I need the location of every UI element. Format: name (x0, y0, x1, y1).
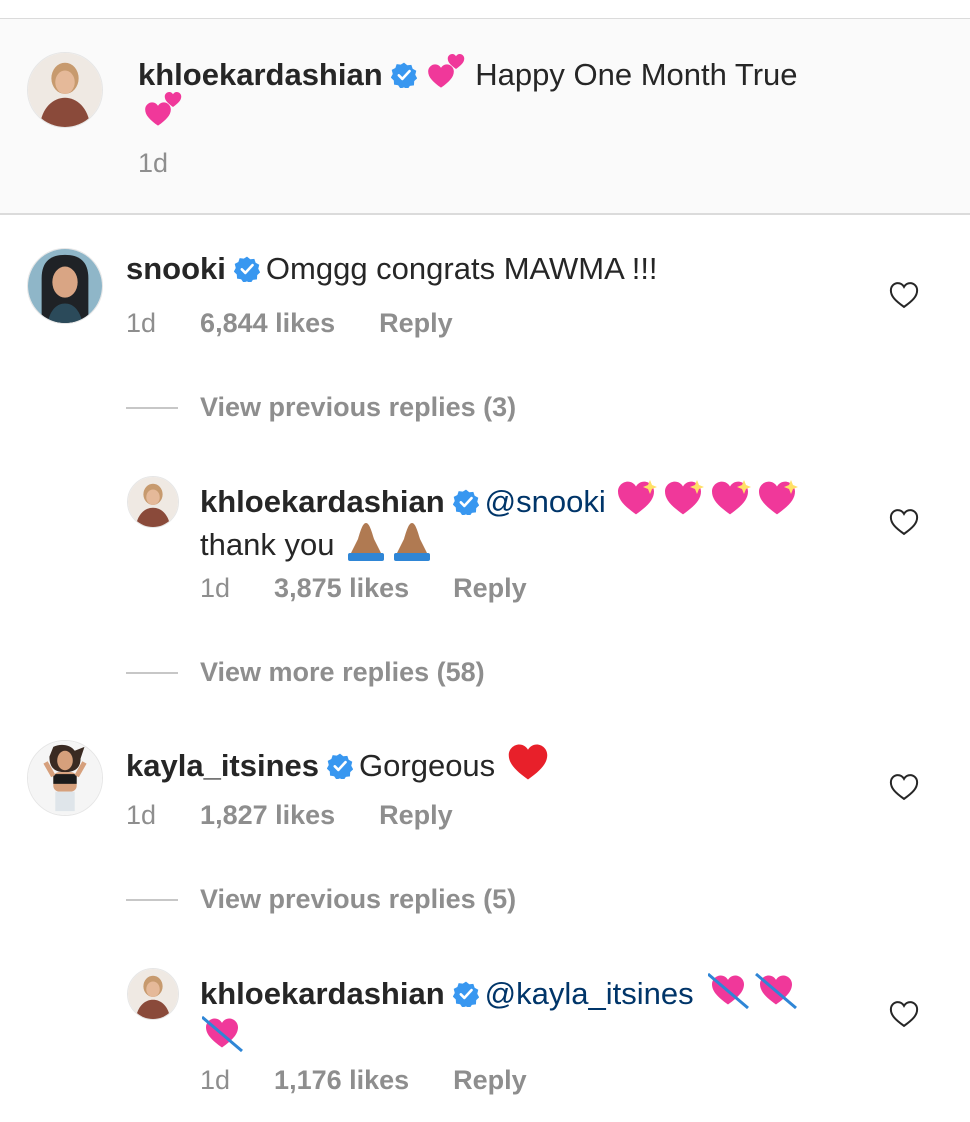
thread-line (126, 671, 178, 674)
view-more-replies-label[interactable]: View more replies (58) (200, 657, 485, 688)
reply-text: khloekardashian @snooki thank you (200, 478, 860, 564)
reply-button[interactable]: Reply (453, 1065, 527, 1095)
comment-timestamp: 1d (126, 308, 157, 338)
like-heart-icon[interactable] (889, 773, 919, 801)
reply-username[interactable]: khloekardashian (200, 484, 445, 519)
comment-meta: 1d 6,844 likes Reply (126, 307, 497, 339)
like-heart-icon[interactable] (889, 281, 919, 309)
mention-link[interactable]: @kayla_itsines (485, 976, 694, 1011)
comment-text: kayla_itsines Gorgeous (126, 742, 846, 785)
reply-username[interactable]: khloekardashian (200, 976, 445, 1011)
reply-button[interactable]: Reply (379, 800, 453, 830)
reply-likes[interactable]: 1,176 likes (274, 1065, 409, 1095)
comment-timestamp: 1d (126, 800, 157, 830)
comment-likes[interactable]: 6,844 likes (200, 308, 335, 338)
caption-text: khloekardashian Happy One Month True (138, 53, 898, 94)
view-previous-replies[interactable]: View previous replies (5) (126, 884, 516, 915)
caption-body: Happy One Month True (475, 57, 798, 92)
avatar[interactable] (127, 968, 179, 1020)
verified-badge-icon (453, 981, 479, 1007)
caption-meta: 1d (138, 147, 212, 179)
comment-username[interactable]: kayla_itsines (126, 748, 319, 783)
reply-timestamp: 1d (200, 1065, 231, 1095)
reply-meta: 1d 3,875 likes Reply (200, 572, 571, 604)
like-heart-icon[interactable] (889, 1000, 919, 1028)
folded-hands-emoji (344, 521, 436, 561)
verified-badge-icon (391, 62, 417, 88)
mention-link[interactable]: @snooki (485, 484, 606, 519)
red-heart-emoji (507, 742, 549, 782)
reply-meta: 1d 1,176 likes Reply (200, 1064, 571, 1096)
thread-line (126, 406, 178, 409)
avatar-image (28, 53, 102, 127)
comment-username[interactable]: snooki (126, 251, 226, 286)
post-caption: khloekardashian Happy One Month True 1d (0, 19, 970, 215)
reply-button[interactable]: Reply (453, 573, 527, 603)
avatar[interactable] (27, 740, 103, 816)
avatar-image (128, 477, 178, 527)
heart-with-arrow-emoji (707, 970, 800, 1010)
avatar-image (28, 741, 102, 815)
comment-meta: 1d 1,827 likes Reply (126, 799, 497, 831)
reply-button[interactable]: Reply (379, 308, 453, 338)
avatar-image (28, 249, 102, 323)
two-hearts-emoji (144, 91, 184, 129)
comment-text: snooki Omggg congrats MAWMA !!! (126, 250, 846, 288)
comment-likes[interactable]: 1,827 likes (200, 800, 335, 830)
reply-text: khloekardashian @kayla_itsines (200, 970, 860, 1056)
reply-timestamp: 1d (200, 573, 231, 603)
verified-badge-icon (453, 489, 479, 515)
verified-badge-icon (234, 256, 260, 282)
caption-timestamp: 1d (138, 148, 169, 178)
avatar[interactable] (27, 52, 103, 128)
avatar[interactable] (127, 476, 179, 528)
like-heart-icon[interactable] (889, 508, 919, 536)
comment-body: Gorgeous (359, 748, 496, 783)
view-previous-replies-label[interactable]: View previous replies (3) (200, 392, 516, 423)
heart-with-arrow-emoji (202, 1013, 244, 1053)
view-previous-replies[interactable]: View previous replies (3) (126, 392, 516, 423)
avatar-image (128, 969, 178, 1019)
view-more-replies[interactable]: View more replies (58) (126, 657, 485, 688)
avatar[interactable] (27, 248, 103, 324)
reply-likes[interactable]: 3,875 likes (274, 573, 409, 603)
thread-line (126, 898, 178, 901)
verified-badge-icon (327, 753, 353, 779)
sparkling-heart-emoji (616, 478, 802, 518)
view-previous-replies-label[interactable]: View previous replies (5) (200, 884, 516, 915)
caption-username[interactable]: khloekardashian (138, 57, 383, 92)
reply-body: thank you (200, 527, 335, 562)
comment-body: Omggg congrats MAWMA !!! (265, 251, 658, 286)
two-hearts-emoji (427, 53, 467, 91)
